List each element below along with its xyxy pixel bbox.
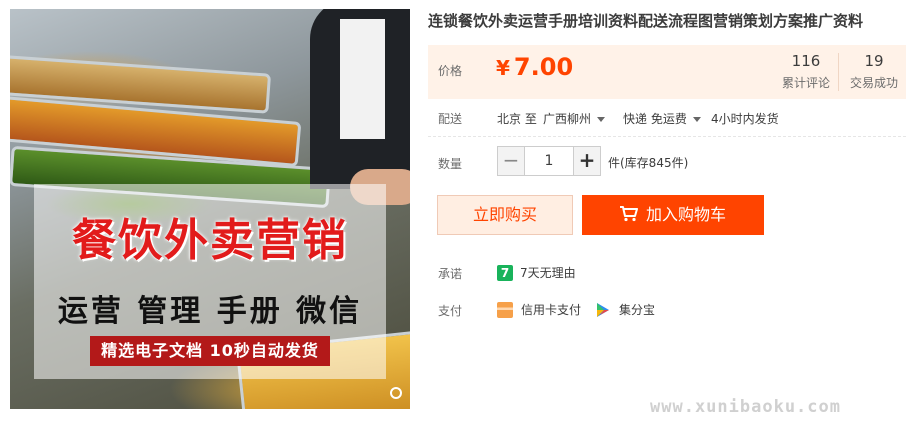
stock-info: 件(库存845件) [608,156,689,170]
shipping-destination-select[interactable]: 广西柳州 [543,110,606,127]
jifenbao-icon [597,302,609,317]
quantity-label: 数量 [438,157,463,171]
payment-method-jifenbao[interactable]: 集分宝 [595,301,655,318]
currency-symbol: ¥ [496,56,510,80]
product-detail-page: 餐饮外卖营销 运营 管理 手册 微信 精选电子文档 10秒自动发货 连锁餐饮外卖… [0,0,906,421]
credit-card-icon [497,301,513,318]
promise-label: 承诺 [438,267,463,281]
product-title: 连锁餐饮外卖运营手册培训资料配送流程图营销策划方案推广资料 [428,12,864,30]
add-to-cart-label: 加入购物车 [645,205,726,224]
payment-method-label: 信用卡支付 [521,303,582,317]
quantity-decrease-button[interactable]: − [498,147,524,175]
section-divider [428,136,906,137]
chevron-down-icon [597,117,606,122]
image-headline: 餐饮外卖营销 [72,215,348,266]
reviews-stat[interactable]: 116 累计评论 [778,52,834,91]
image-subline: 运营 管理 手册 微信 [57,294,363,329]
add-to-cart-button[interactable]: 加入购物车 [582,195,764,235]
shipping-method-select[interactable]: 快递 免运费 [623,110,701,127]
product-main-image[interactable]: 餐饮外卖营销 运营 管理 手册 微信 精选电子文档 10秒自动发货 [10,9,410,409]
promise-text: 7天无理由 [520,266,576,280]
shipping-label: 配送 [438,112,463,126]
chevron-down-icon [692,117,701,122]
payment-method-credit-card[interactable]: 信用卡支付 [497,301,581,318]
reviews-count: 116 [791,52,821,70]
sales-stat: 19 交易成功 [846,52,902,91]
image-banner: 餐饮外卖营销 运营 管理 手册 微信 精选电子文档 10秒自动发货 [34,184,386,379]
shipping-method: 快递 免运费 [623,112,687,126]
reviews-label: 累计评论 [781,76,830,90]
chef-shirt-image [340,19,385,139]
shipping-destination: 广西柳州 [543,112,592,126]
quantity-increase-button[interactable]: + [574,147,600,175]
price-panel: 价格 ¥7.00 116 累计评论 19 交易成功 [428,45,906,99]
seven-day-return-icon: 7 [497,264,513,281]
dispatch-time: 4小时内发货 [711,112,779,126]
sales-count: 19 [864,52,884,70]
sales-label: 交易成功 [849,76,898,90]
stat-divider [838,53,839,91]
image-zoom-indicator-icon[interactable] [390,387,402,399]
payment-method-label: 集分宝 [619,303,656,317]
quantity-stepper: − + [497,146,601,176]
price-label: 价格 [438,64,463,78]
buy-now-button[interactable]: 立即购买 [437,195,573,235]
shopping-cart-icon [619,206,638,222]
payment-label: 支付 [438,304,463,318]
image-tag: 精选电子文档 10秒自动发货 [90,336,330,366]
promise-item[interactable]: 7 7天无理由 [497,264,576,281]
shipping-origin: 北京 至 [497,112,537,126]
site-watermark: www.xunibaoku.com [650,397,841,417]
price-value: ¥7.00 [496,53,573,81]
quantity-input[interactable] [524,147,574,175]
price-amount: 7.00 [513,53,574,81]
